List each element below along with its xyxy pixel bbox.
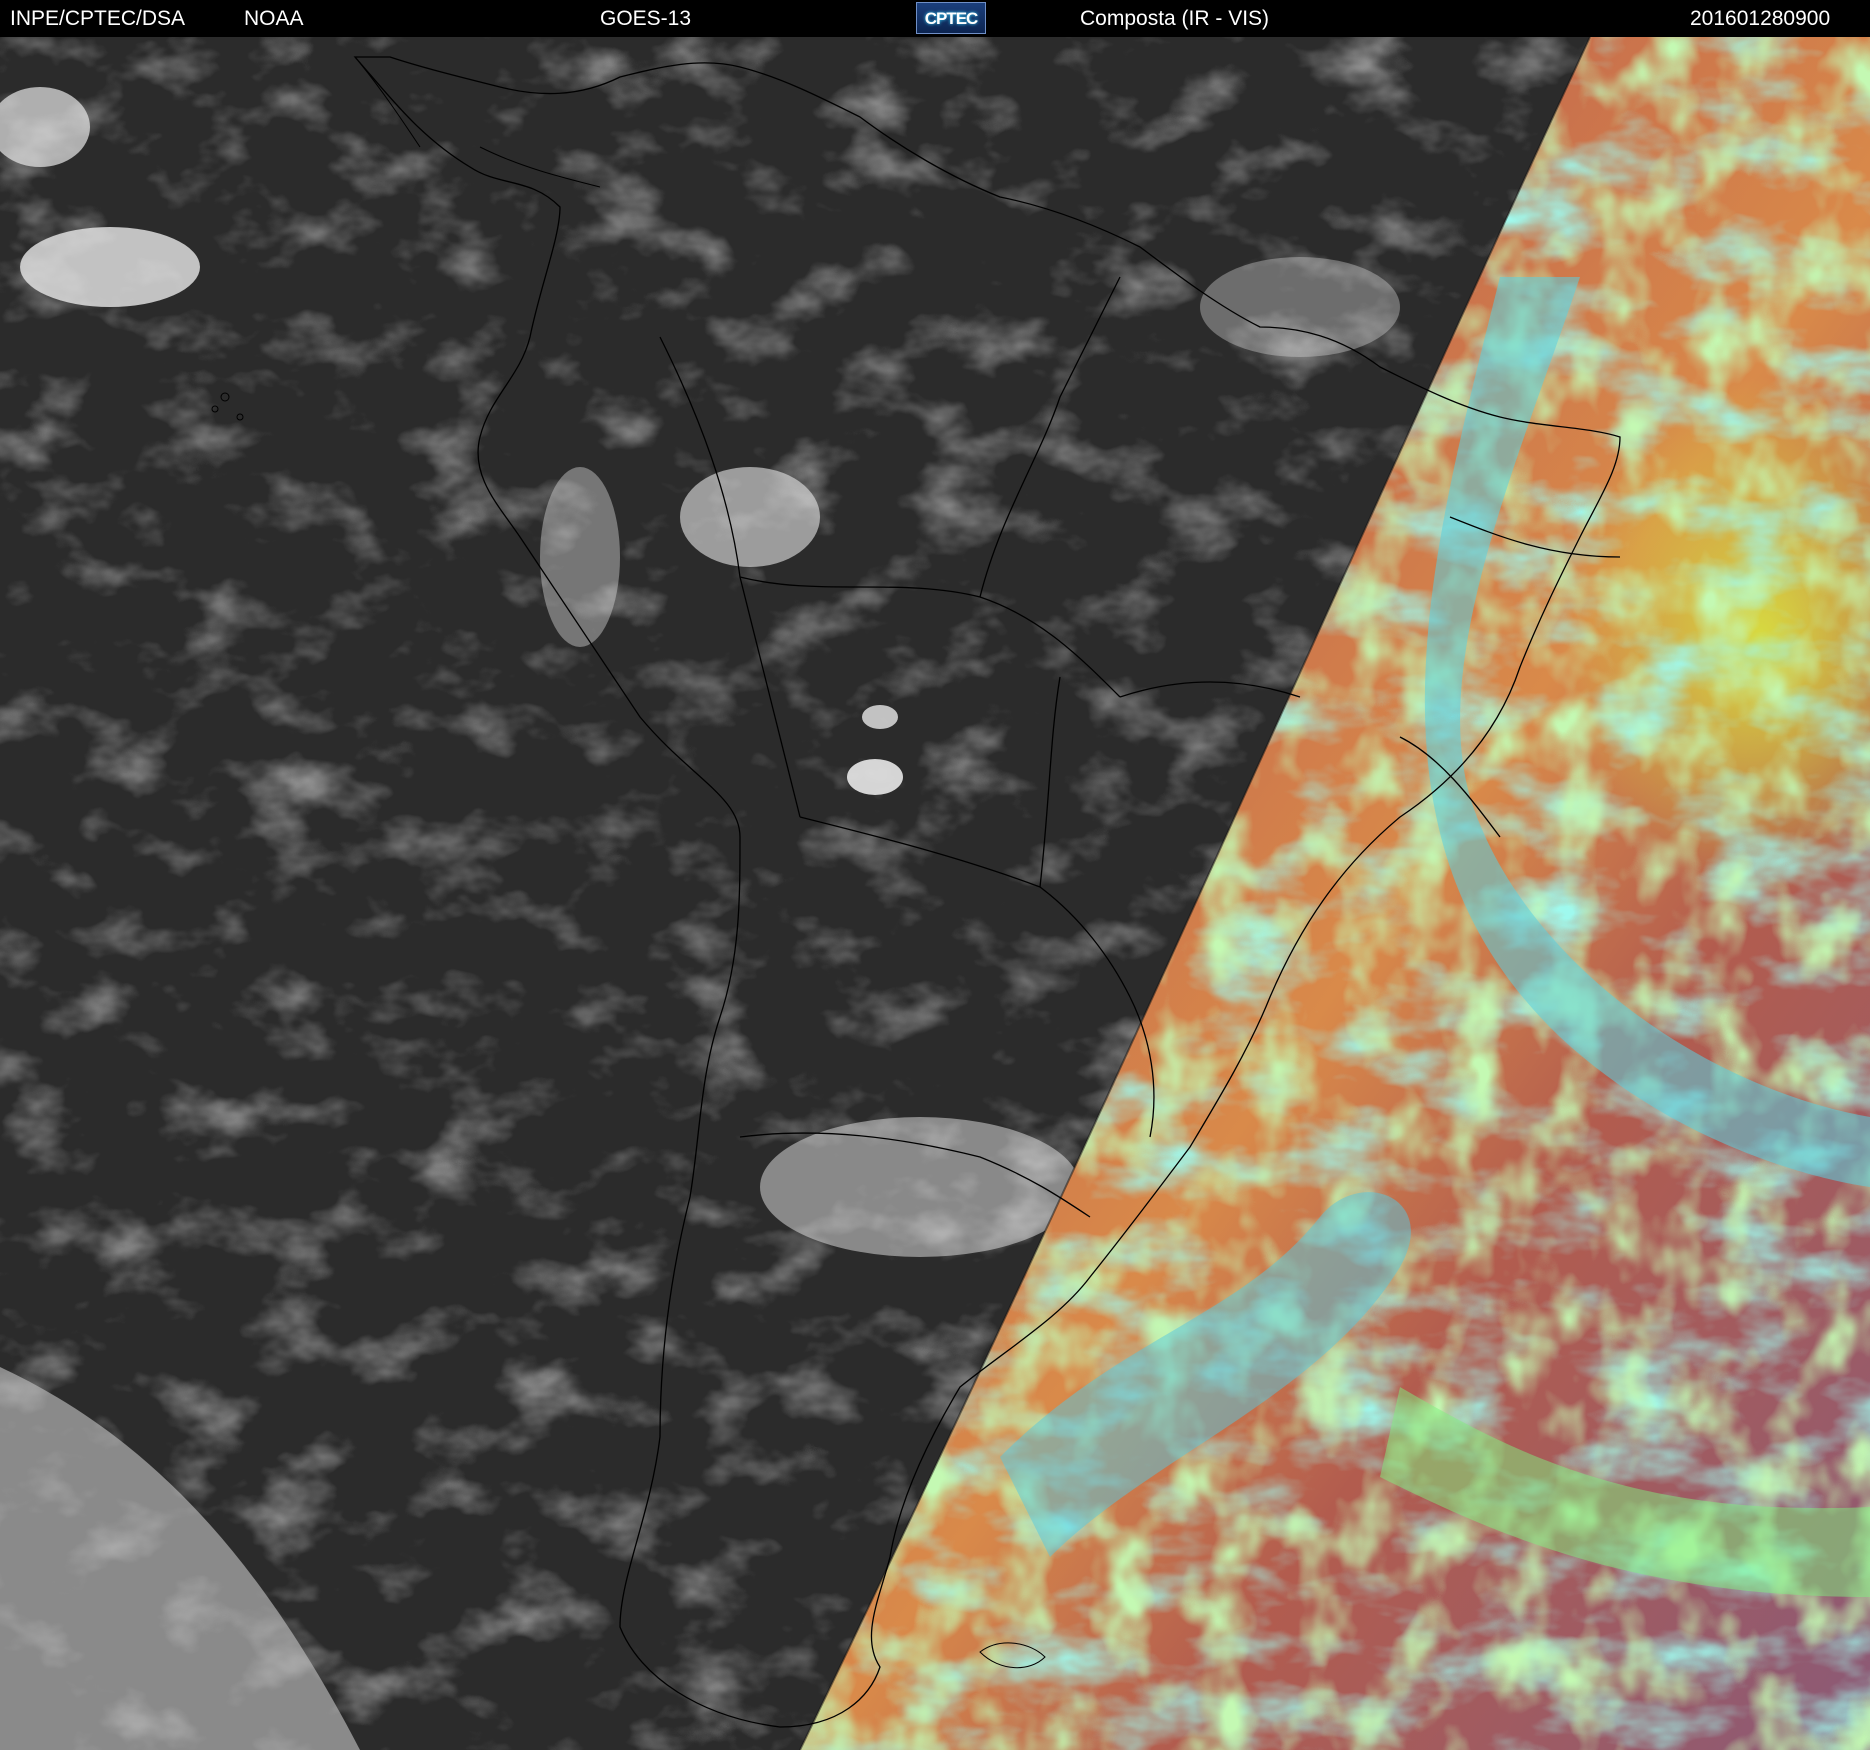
satellite-image-svg [0,37,1870,1750]
product-label: Composta (IR - VIS) [1080,7,1270,30]
header-bar: INPE/CPTEC/DSA NOAA GOES-13 CPTEC Compos… [0,0,1870,37]
org-label: INPE/CPTEC/DSA [10,7,186,30]
satellite-image [0,37,1870,1750]
agency-label: NOAA [244,7,304,30]
timestamp-label: 201601280900 [1690,7,1831,30]
cptec-logo-text: CPTEC [924,8,979,28]
cptec-logo: CPTEC [916,2,986,34]
satellite-label: GOES-13 [600,7,692,30]
